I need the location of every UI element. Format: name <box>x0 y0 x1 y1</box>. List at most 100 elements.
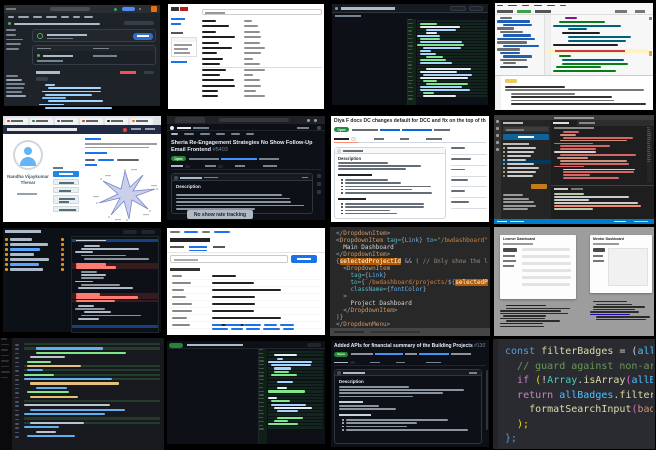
skeleton-bar <box>560 160 627 162</box>
comment-body-skeleton <box>176 191 308 211</box>
skeleton-bar <box>15 392 19 394</box>
skeleton-bar <box>568 36 631 38</box>
skeleton-bar <box>78 318 99 320</box>
skeleton-row <box>590 311 652 312</box>
skeleton-row <box>341 213 441 215</box>
skeleton-bar <box>1 360 9 362</box>
skeleton-row <box>451 147 487 149</box>
skeleton-row <box>72 263 158 266</box>
skeleton-bar <box>212 289 281 291</box>
skeleton-bar <box>61 120 73 122</box>
skeleton-row <box>497 27 541 29</box>
skeleton-bar <box>244 36 261 38</box>
diff-gutter <box>408 19 416 105</box>
skeleton-row <box>176 194 308 196</box>
skeleton-row <box>647 157 652 158</box>
skeleton-bar <box>176 201 291 203</box>
code-token: // Only show the link if <box>423 258 488 265</box>
skeleton-row <box>494 148 501 151</box>
skeleton-row <box>503 175 549 177</box>
skeleton-bar <box>503 167 505 169</box>
pr-sidebar-dividers <box>451 154 487 219</box>
file-icon-column <box>61 238 69 273</box>
skeleton-bar <box>420 71 457 73</box>
skeleton-bar <box>47 34 87 37</box>
screenshot-collage-grid: Nandha Vijaykumar Thevar <box>0 0 656 450</box>
skeleton-bar <box>505 86 565 88</box>
merge-box <box>32 29 156 42</box>
skeleton-row <box>6 87 30 89</box>
skeleton-row <box>268 417 323 419</box>
skeleton-bar <box>15 344 19 346</box>
skeleton-bar <box>259 349 263 350</box>
file-tab-active <box>517 10 531 13</box>
tab-skeleton <box>171 165 183 167</box>
nav-link <box>214 231 230 233</box>
sidebar-sliver <box>0 338 12 450</box>
skeleton-bar <box>647 149 650 150</box>
skeleton-row <box>15 410 20 412</box>
status-item-skeleton <box>510 221 524 223</box>
skeleton-row <box>244 36 284 38</box>
bullet-list-skeleton <box>341 203 441 216</box>
skeleton-bar <box>451 154 487 155</box>
skeleton-bar <box>596 316 650 317</box>
skeleton-bar <box>259 394 264 395</box>
skeleton-bar <box>647 155 651 156</box>
skeleton-row <box>259 375 267 376</box>
screenshot-admin-detail-light <box>164 225 328 338</box>
skeleton-bar <box>259 410 263 411</box>
skeleton-row <box>259 425 267 426</box>
skeleton-bar <box>503 201 534 203</box>
skeleton-bar <box>172 296 186 298</box>
skeleton-row <box>212 324 320 326</box>
code-line: tag={Link} <box>336 272 488 279</box>
ide-window <box>495 3 653 110</box>
skeleton-bar <box>511 103 646 105</box>
skeleton-bar <box>345 182 401 184</box>
skeleton-bar <box>246 328 260 330</box>
skeleton-bar <box>76 296 138 299</box>
skeleton-bar <box>259 368 264 369</box>
tab-skeleton <box>370 362 380 364</box>
code-token: selectedProjectI <box>455 279 488 286</box>
skeleton-row <box>15 423 20 425</box>
panel-tab-skeleton <box>554 188 568 190</box>
skeleton-row <box>244 69 284 71</box>
skeleton-bar <box>341 192 343 194</box>
skeleton-bar <box>36 347 103 349</box>
issue-page: Sheria Re-Engagement Strategies No Show … <box>167 116 325 220</box>
editor-code-skeleton <box>553 17 649 47</box>
skeleton-bar <box>297 127 309 129</box>
skeleton-bar <box>8 16 14 18</box>
pr-state-badge: Open <box>334 352 348 357</box>
skeleton-bar <box>508 5 517 7</box>
skeleton-bar <box>42 97 66 99</box>
skeleton-row <box>417 80 487 82</box>
code-line: )} <box>336 314 488 321</box>
skeleton-row <box>590 304 652 305</box>
skeleton-row <box>553 32 649 34</box>
code-line: > <box>336 293 488 300</box>
skeleton-bar <box>27 361 51 363</box>
deleted-lines-skeleton <box>72 293 158 303</box>
desc-column-skeleton <box>244 20 284 101</box>
author-skeleton <box>180 177 202 179</box>
skeleton-bar <box>271 404 306 406</box>
skeleton-bar <box>497 41 527 43</box>
tab-count-chip <box>185 165 190 169</box>
breadcrumb-link <box>98 159 114 161</box>
skeleton-row <box>647 133 652 134</box>
skeleton-row <box>212 282 292 284</box>
skeleton-row <box>268 400 323 402</box>
skeleton-row <box>417 77 487 79</box>
skeleton-bar <box>6 8 16 10</box>
skeleton-bar <box>59 201 69 203</box>
code-line: </DropdownItem> <box>336 251 488 258</box>
skeleton-row <box>75 258 155 260</box>
toolbar-item <box>635 10 645 13</box>
skeleton-row <box>75 274 155 276</box>
skeleton-bar <box>497 38 535 40</box>
skeleton-row <box>24 413 160 415</box>
skeleton-bar <box>522 248 570 251</box>
